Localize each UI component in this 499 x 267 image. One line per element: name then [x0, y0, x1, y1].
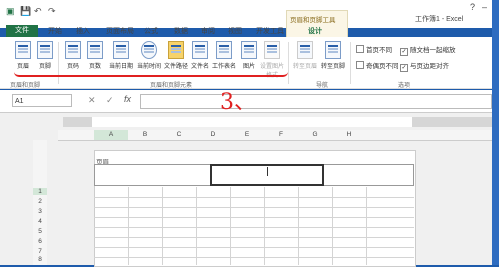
checkbox-checked: ✓	[400, 64, 408, 72]
footer-icon	[37, 41, 53, 59]
contextual-group-label: 页眉和页脚工具	[290, 17, 336, 24]
gridline	[162, 187, 163, 265]
current-time-button[interactable]: 当前时间	[136, 41, 162, 70]
go-to-footer-button[interactable]: 转至页脚	[320, 41, 346, 70]
gridline	[94, 237, 414, 238]
row-header[interactable]: 7	[33, 248, 47, 255]
group-separator	[58, 42, 59, 84]
window-title: 工作簿1 - Excel	[415, 16, 464, 23]
name-box[interactable]: A1	[12, 94, 72, 107]
page-count-icon	[87, 41, 103, 59]
group-label: 导航	[316, 83, 329, 89]
page-count-button[interactable]: 页数	[86, 41, 104, 70]
gridline	[94, 207, 414, 208]
page-number-icon	[65, 41, 81, 59]
gridline	[94, 197, 414, 198]
save-icon[interactable]: 💾	[20, 6, 31, 18]
row-header[interactable]: 5	[33, 228, 47, 235]
row-header[interactable]: 2	[33, 198, 47, 205]
header-button[interactable]: 页眉	[14, 41, 32, 70]
gridline	[94, 247, 414, 248]
scale-with-document-checkbox[interactable]: ✓ 随文档一起缩放	[400, 44, 456, 56]
align-with-margins-checkbox[interactable]: ✓ 与页边距对齐	[400, 60, 449, 72]
group-label: 选项	[398, 83, 411, 89]
help-icon[interactable]: ?	[470, 2, 475, 12]
file-name-icon	[192, 41, 208, 59]
tab-insert[interactable]: 插入	[76, 26, 90, 36]
excel-app-icon: ▣	[6, 6, 15, 16]
tab-design[interactable]: 设计	[308, 26, 322, 36]
tab-home[interactable]: 开始	[48, 26, 62, 36]
gridline	[128, 187, 129, 265]
group-label: 页眉和页脚元素	[150, 83, 193, 89]
fx-icon[interactable]: fx	[124, 94, 131, 104]
gridline	[94, 257, 414, 258]
go-to-footer-icon	[325, 41, 341, 59]
undo-icon[interactable]: ↶	[34, 6, 42, 18]
minimize-icon[interactable]: –	[482, 2, 487, 12]
checkbox-box	[356, 61, 364, 69]
file-name-button[interactable]: 文件名	[190, 41, 210, 70]
sheet-name-icon	[216, 41, 232, 59]
column-header[interactable]: G	[298, 130, 332, 140]
column-header[interactable]: B	[128, 130, 162, 140]
clock-icon	[141, 41, 157, 59]
gridline	[230, 187, 231, 265]
row-header[interactable]: 1	[33, 188, 47, 195]
tab-file[interactable]: 文件	[6, 25, 38, 37]
annotation-underline	[14, 72, 288, 77]
format-picture-icon	[264, 41, 280, 59]
header-icon	[15, 41, 31, 59]
formula-input[interactable]	[140, 94, 492, 109]
gridline	[332, 187, 333, 265]
current-date-button[interactable]: 当前日期	[108, 41, 134, 70]
gridline	[366, 187, 367, 265]
picture-icon	[241, 41, 257, 59]
checkbox-checked: ✓	[400, 48, 408, 56]
column-header[interactable]: C	[162, 130, 196, 140]
text-cursor	[267, 167, 268, 176]
tab-developer[interactable]: 开发工具	[256, 26, 284, 36]
ruler-active	[92, 117, 412, 127]
picture-button[interactable]: 图片	[240, 41, 258, 70]
gridline	[94, 217, 414, 218]
row-header[interactable]: 6	[33, 238, 47, 245]
page-number-button[interactable]: 页码	[64, 41, 82, 70]
window-edge	[492, 0, 499, 265]
row-header[interactable]: 3	[33, 208, 47, 215]
gridline	[264, 187, 265, 265]
row-header[interactable]: 4	[33, 218, 47, 225]
gridline	[196, 187, 197, 265]
tab-page-layout[interactable]: 页面布局	[106, 26, 134, 36]
group-separator	[350, 42, 351, 84]
different-first-page-checkbox[interactable]: 首页不同	[356, 44, 392, 54]
tab-data[interactable]: 数据	[174, 26, 188, 36]
folder-icon	[168, 41, 184, 59]
column-header[interactable]: F	[264, 130, 298, 140]
file-path-button[interactable]: 文件路径	[164, 41, 188, 70]
checkbox-box	[356, 45, 364, 53]
annotation-text: 3、	[220, 90, 256, 115]
column-header[interactable]: E	[230, 130, 264, 140]
group-label: 页眉和页脚	[10, 83, 41, 89]
calendar-icon	[113, 41, 129, 59]
sheet-name-button[interactable]: 工作表名	[210, 41, 238, 70]
gridline	[298, 187, 299, 265]
redo-icon[interactable]: ↷	[48, 6, 56, 18]
footer-button[interactable]: 页脚	[36, 41, 54, 70]
different-odd-even-checkbox[interactable]: 奇偶页不同	[356, 60, 399, 70]
tab-review[interactable]: 审阅	[201, 26, 215, 36]
enter-icon[interactable]: ✓	[106, 95, 114, 106]
go-to-header-button[interactable]: 转至页眉	[292, 41, 318, 70]
column-header[interactable]: D	[196, 130, 230, 140]
cancel-icon[interactable]: ✕	[88, 95, 96, 106]
row-header[interactable]: 8	[33, 256, 47, 263]
column-header[interactable]: H	[332, 130, 366, 140]
tab-view[interactable]: 视图	[228, 26, 242, 36]
tab-formulas[interactable]: 公式	[144, 26, 158, 36]
gridline	[94, 227, 414, 228]
column-header[interactable]: A	[94, 130, 128, 140]
go-to-header-icon	[297, 41, 313, 59]
group-separator	[288, 42, 289, 84]
